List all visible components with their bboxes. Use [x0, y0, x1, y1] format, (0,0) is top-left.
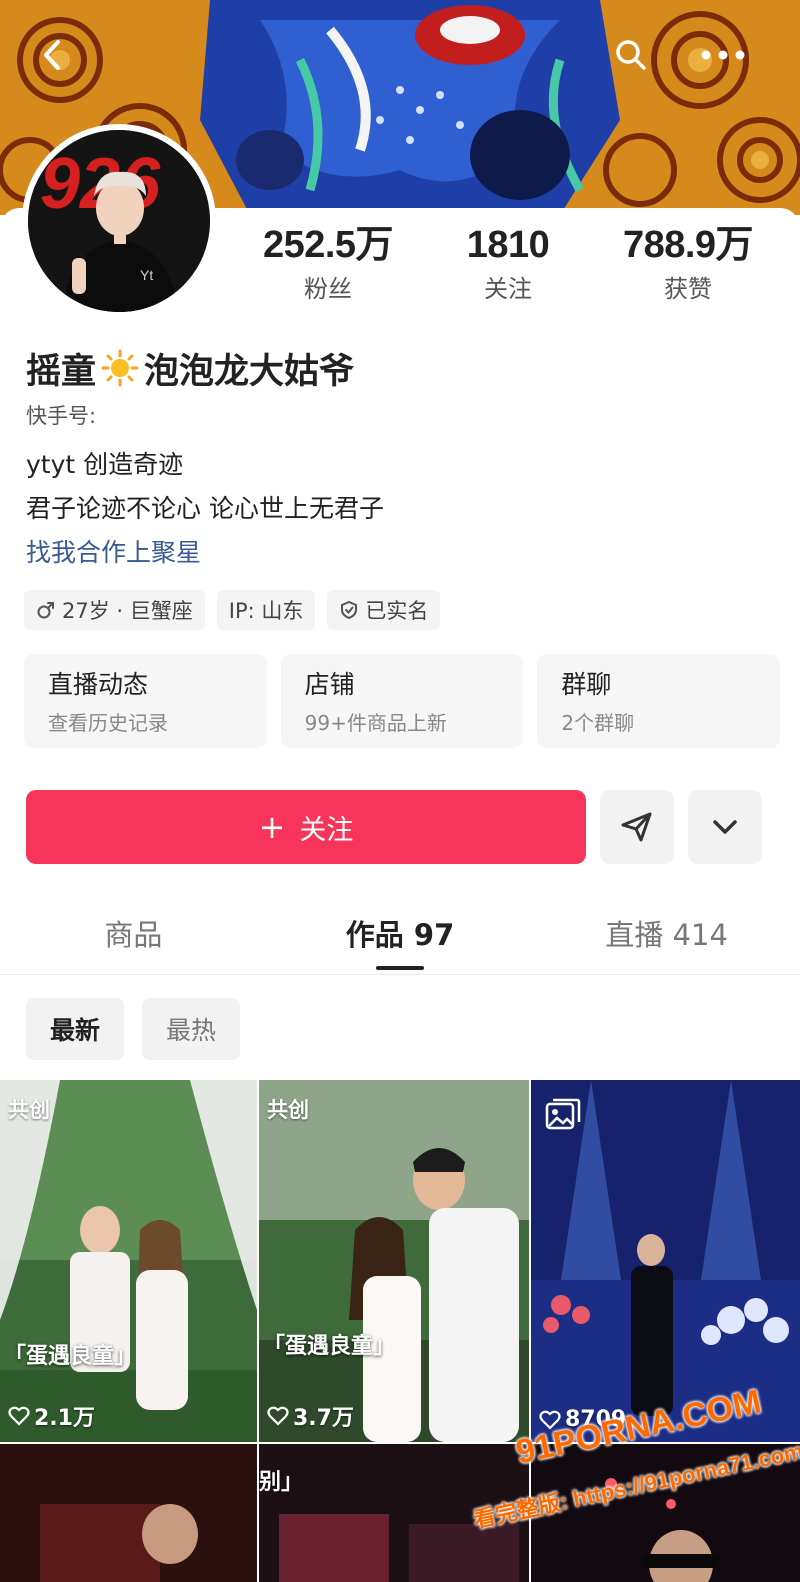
- stat-likes[interactable]: 788.9万 获赞: [598, 222, 778, 312]
- tab-label: 直播: [605, 918, 664, 952]
- video-thumbnail[interactable]: 8709: [531, 1080, 800, 1442]
- video-thumbnail-image: [0, 1444, 257, 1582]
- card-shop[interactable]: 店铺 99+件商品上新: [280, 654, 524, 748]
- send-icon: [621, 812, 652, 842]
- video-thumbnail[interactable]: 共创 「蛋遇良童」 2.1万: [0, 1080, 257, 1442]
- male-icon: [37, 602, 54, 619]
- tab-products[interactable]: 商品: [0, 900, 267, 972]
- profile-tags: 27岁 · 巨蟹座 IP: 山东 已实名: [24, 590, 441, 630]
- verified-shield-icon: [341, 600, 358, 620]
- tag-age: 27岁 · 巨蟹座: [24, 590, 205, 630]
- tag-verified-text: 已实名: [365, 599, 429, 623]
- card-subtitle: 2个群聊: [561, 711, 635, 735]
- tab-active-indicator: [376, 966, 424, 970]
- back-arrow-icon: [44, 40, 60, 70]
- plus-icon: +: [258, 808, 286, 846]
- card-live-history[interactable]: 直播动态 查看历史记录: [24, 654, 267, 748]
- share-button[interactable]: [600, 790, 674, 864]
- kuaishou-id-label: 快手号:: [26, 404, 97, 428]
- more-dots-icon: [701, 50, 745, 60]
- tab-count: 414: [672, 918, 728, 952]
- search-icon: [616, 40, 646, 70]
- bio-line-2: 君子论迹不论心 论心世上无君子: [26, 494, 384, 523]
- tag-verified[interactable]: 已实名: [327, 590, 441, 630]
- stat-following[interactable]: 1810 关注: [418, 222, 598, 312]
- name-part2: 泡泡龙大姑爷: [144, 351, 355, 392]
- kuaishou-id-row: 快手号:: [26, 400, 96, 430]
- chevron-down-icon: [713, 820, 737, 834]
- card-subtitle: 99+件商品上新: [304, 711, 447, 735]
- card-title: 店铺: [304, 670, 355, 699]
- video-caption: 「蛋遇良童」: [263, 1334, 396, 1359]
- name-part1: 摇童: [26, 351, 97, 392]
- avatar-portrait: 926 Yt: [28, 130, 210, 312]
- follow-button[interactable]: + 关注: [26, 790, 586, 864]
- sun-icon: [100, 348, 140, 388]
- avatar[interactable]: 926 Yt: [22, 124, 216, 318]
- tab-count: 97: [413, 918, 455, 952]
- shirt-text: Yt: [140, 267, 153, 283]
- profile-stats: 252.5万 粉丝 1810 关注 788.9万 获赞: [238, 222, 778, 312]
- collab-label: 共创: [267, 1098, 309, 1122]
- video-thumbnail-image: [259, 1080, 529, 1442]
- tag-ip: IP: 山东: [216, 590, 316, 630]
- video-thumbnail[interactable]: 共创 「蛋遇良童」 3.7万: [259, 1080, 529, 1442]
- tab-label: 作品: [345, 918, 404, 952]
- tab-works[interactable]: 作品 97: [267, 900, 534, 972]
- stat-label: 粉丝: [304, 275, 352, 303]
- sort-options: 最新 最热: [26, 998, 241, 1060]
- video-like-count: 2.1万: [8, 1400, 95, 1432]
- more-button[interactable]: [696, 28, 750, 82]
- card-subtitle: 查看历史记录: [48, 711, 168, 735]
- tag-ip-text: IP: 山东: [228, 599, 304, 623]
- stat-label: 关注: [484, 275, 532, 303]
- dropdown-button[interactable]: [688, 790, 762, 864]
- like-count-text: 2.1万: [34, 1406, 95, 1431]
- tab-label: 商品: [104, 918, 163, 952]
- bio-line-1: ytyt 创造奇迹: [26, 450, 184, 479]
- content-tabs: 商品 作品 97 直播 414: [0, 900, 800, 972]
- avatar-image: 926 Yt: [28, 130, 210, 312]
- stat-value: 788.9万: [622, 224, 754, 266]
- collab-link[interactable]: 找我合作上聚星: [26, 536, 201, 570]
- tab-divider: [0, 974, 800, 975]
- search-button[interactable]: [604, 28, 658, 82]
- sort-hottest[interactable]: 最热: [142, 998, 241, 1060]
- tab-live[interactable]: 直播 414: [533, 900, 800, 972]
- card-group-chat[interactable]: 群聊 2个群聊: [537, 654, 781, 748]
- video-caption: 别」: [259, 1470, 304, 1495]
- heart-icon: [8, 1406, 30, 1426]
- video-grid: 共创 「蛋遇良童」 2.1万 共创 「蛋遇良童」 3.7万 8709 别」: [0, 1080, 800, 1582]
- stat-value: 1810: [466, 224, 550, 266]
- card-title: 直播动态: [48, 670, 149, 699]
- stat-followers[interactable]: 252.5万 粉丝: [238, 222, 418, 312]
- collab-label: 共创: [8, 1098, 50, 1122]
- sort-latest[interactable]: 最新: [26, 998, 125, 1060]
- image-post-icon: [545, 1098, 581, 1137]
- profile-name: 摇童 泡泡龙大姑爷: [26, 340, 354, 396]
- video-thumbnail-image: [0, 1080, 257, 1442]
- video-caption: 「蛋遇良童」: [4, 1344, 137, 1369]
- tag-age-text: 27岁 · 巨蟹座: [62, 599, 193, 623]
- stat-label: 获赞: [664, 275, 712, 303]
- heart-icon: [267, 1406, 289, 1426]
- video-thumbnail[interactable]: [0, 1444, 257, 1582]
- video-like-count: 3.7万: [267, 1400, 354, 1432]
- follow-label: 关注: [299, 814, 354, 846]
- card-title: 群聊: [561, 670, 612, 699]
- back-button[interactable]: [26, 28, 80, 82]
- stat-value: 252.5万: [262, 224, 394, 266]
- like-count-text: 3.7万: [293, 1406, 354, 1431]
- feature-cards: 直播动态 查看历史记录 店铺 99+件商品上新 群聊 2个群聊: [24, 654, 781, 748]
